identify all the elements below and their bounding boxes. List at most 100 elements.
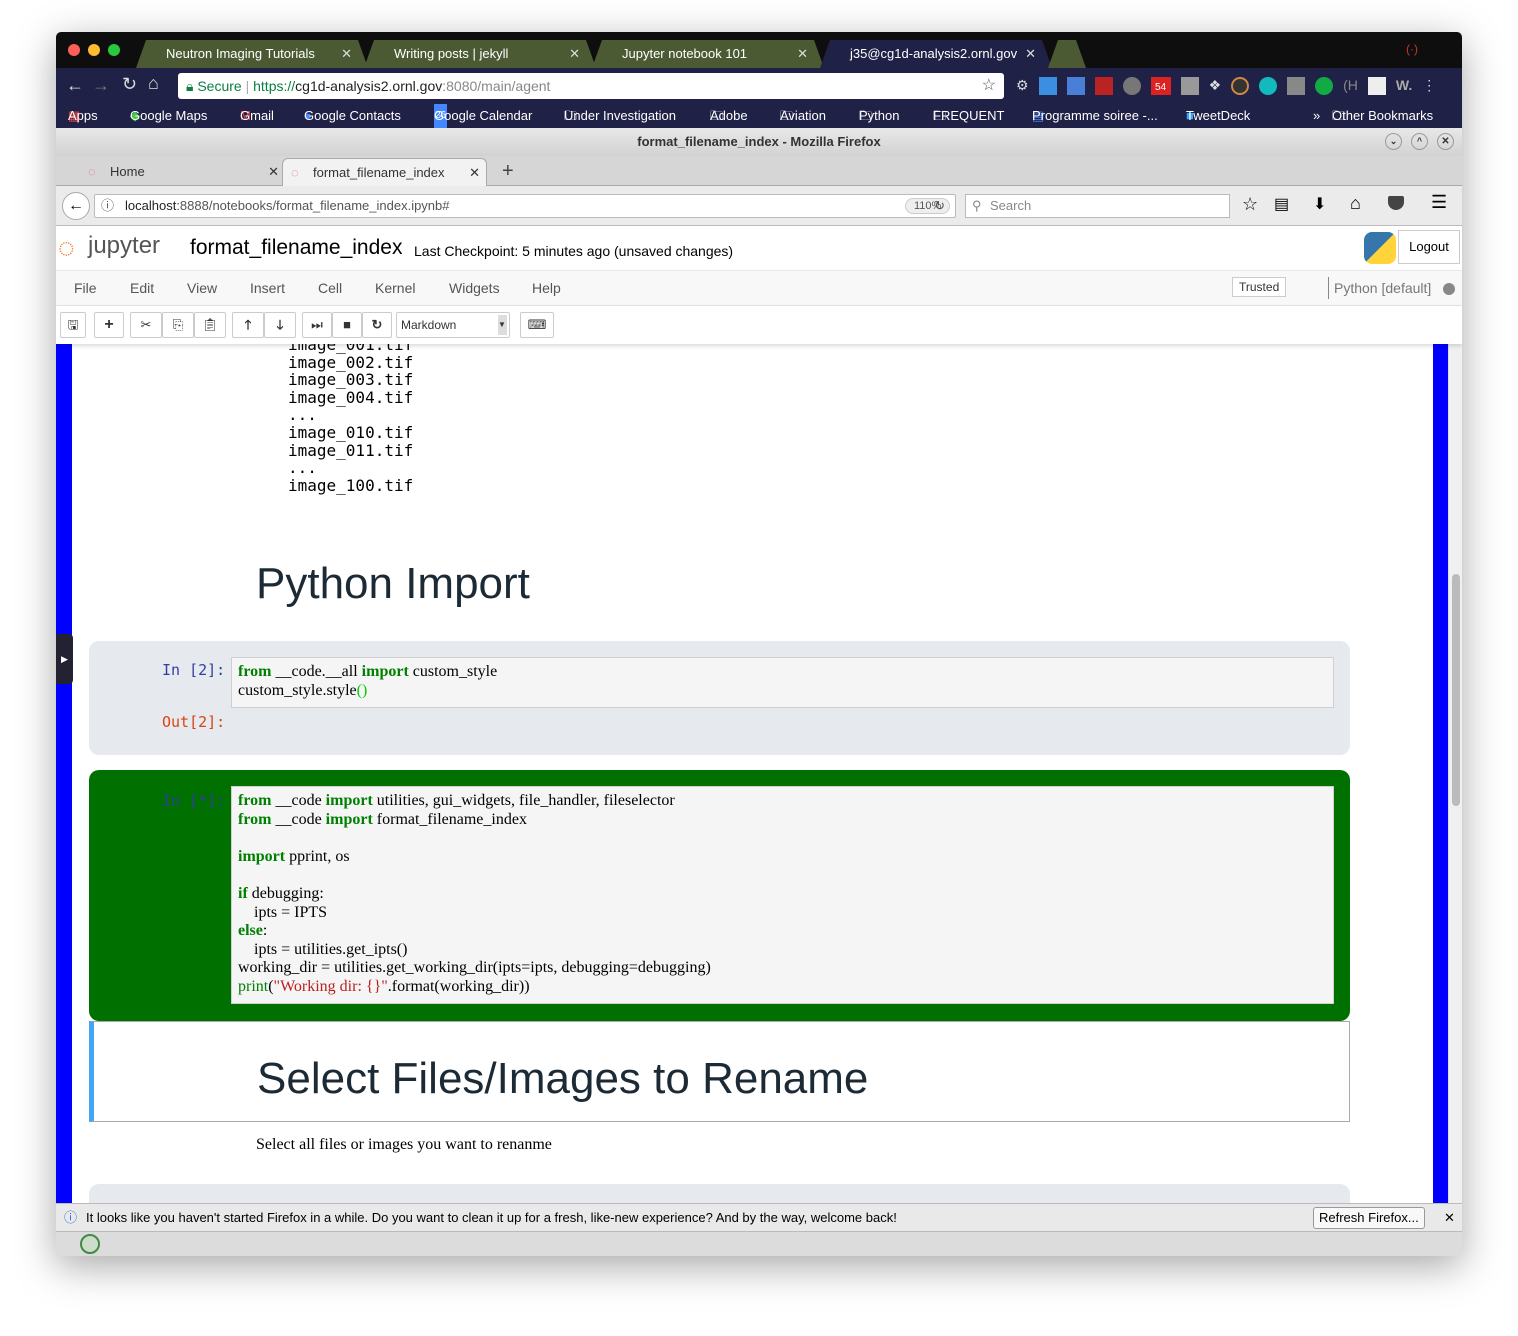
chrome-tab-active[interactable]: j35@cg1d-analysis2.ornl.gov ✕ [820,40,1052,68]
menu-file[interactable]: File [74,280,97,296]
insert-cell-icon[interactable]: + [94,312,124,338]
input-prompt: In [2]: [162,661,226,679]
minimize-icon[interactable]: ⌄ [1385,133,1402,150]
gmail-extension-icon[interactable]: 54 [1150,77,1171,95]
code-input[interactable]: from __code.__all import custom_style cu… [231,657,1334,708]
move-down-icon[interactable]: 🡓 [264,312,296,338]
bookmark-label: Google Calendar [434,108,533,123]
close-tab-icon[interactable]: ✕ [569,40,580,68]
heading-select-files: Select Files/Images to Rename [257,1054,869,1103]
chrome-tab[interactable]: Jupyter notebook 101 ✕ [592,40,824,68]
code-cell[interactable]: In [2]: from __code.__all import custom_… [89,641,1350,755]
toc-toggle-icon[interactable]: ▶ [56,634,73,684]
maximize-icon[interactable]: ^ [1411,133,1428,150]
grammarly-extension-icon[interactable] [1315,77,1334,95]
code-cell-selected[interactable]: In [*]: from __code import utilities, gu… [89,770,1350,1021]
cast-icon[interactable]: (·) [1406,42,1418,56]
back-icon[interactable]: ← [62,192,90,220]
firefox-tab-home[interactable]: ◌ Home ✕ [64,158,279,186]
close-tab-icon[interactable]: ✕ [797,40,808,68]
download-icon[interactable]: ⬇ [1313,194,1326,214]
back-icon[interactable]: ← [66,75,84,96]
close-notification-icon[interactable]: ✕ [1444,1204,1455,1231]
evernote-extension-icon[interactable] [1122,77,1141,95]
bookmark-label: TweetDeck [1186,108,1251,123]
code-cell[interactable] [89,1184,1350,1203]
bookmark-star-icon[interactable]: ☆ [1242,194,1258,215]
notebook-name[interactable]: format_filename_index [190,236,402,260]
command-palette-icon[interactable]: ⌨ [520,312,554,338]
extension-icon[interactable] [1094,77,1113,95]
forward-icon[interactable]: → [92,75,110,96]
settings-extension-icon[interactable]: ⚙ [1016,77,1029,95]
scrollbar[interactable] [1448,344,1462,1203]
minimize-window-button[interactable] [88,44,100,56]
menu-help[interactable]: Help [532,280,561,296]
zoom-window-button[interactable] [108,44,120,56]
more-bookmarks-button[interactable]: » [1313,104,1320,128]
paste-icon[interactable]: 📋︎ [194,312,226,338]
menu-view[interactable]: View [187,280,217,296]
notification-text: It looks like you haven't started Firefo… [86,1210,897,1225]
extension-icon[interactable]: W. [1396,77,1412,95]
close-tab-icon[interactable]: ✕ [469,159,480,187]
new-tab-button[interactable] [1048,40,1086,68]
address-bar[interactable]: 🔒︎ Secure | https://cg1d-analysis2.ornl.… [178,73,1004,99]
reading-list-icon[interactable]: ▤ [1274,194,1289,214]
translate-extension-icon[interactable] [1066,77,1085,95]
menu-insert[interactable]: Insert [250,280,285,296]
close-icon[interactable]: ✕ [1437,133,1454,150]
secure-label: Secure [197,78,242,94]
firefox-tab-active[interactable]: ◌ format_filename_index ✕ [282,158,487,186]
home-icon[interactable]: ⌂ [1350,193,1361,214]
close-window-button[interactable] [68,44,80,56]
close-tab-icon[interactable]: ✕ [341,40,352,68]
menu-kernel[interactable]: Kernel [375,280,415,296]
save-icon[interactable]: 🖫︎ [60,312,86,338]
colorpicker-extension-icon[interactable] [1231,77,1250,95]
dropbox-extension-icon[interactable]: ❖ [1209,77,1222,95]
refresh-firefox-button[interactable]: Refresh Firefox... [1313,1207,1425,1229]
menu-cell[interactable]: Cell [318,280,342,296]
expand-extension-icon[interactable] [1038,77,1057,95]
copy-icon[interactable]: ⎘ [162,312,194,338]
reload-icon[interactable]: ↻ [934,195,945,217]
extension-icon[interactable] [1180,77,1199,95]
extension-icon[interactable] [1367,77,1386,95]
search-input[interactable]: ⚲ Search [965,194,1230,218]
bookmark-star-icon[interactable]: ☆ [982,73,996,99]
jupyter-logo-icon[interactable]: ◌ [58,232,75,264]
mercury-extension-icon[interactable] [1259,77,1278,95]
notebook-area: ▶ image_001.tif image_002.tif image_003.ti… [56,344,1462,1203]
run-cell-icon[interactable]: ⏭ [302,312,332,338]
bookmark-label: Python [859,108,900,123]
interrupt-kernel-icon[interactable]: ■ [332,312,362,338]
jupyter-logo-text[interactable]: jupyter [88,232,160,260]
chrome-tab[interactable]: Neutron Imaging Tutorials ✕ [136,40,368,68]
close-tab-icon[interactable]: ✕ [268,158,279,186]
cell-type-select[interactable]: Markdown ▼ [396,312,510,338]
close-tab-icon[interactable]: ✕ [1025,40,1036,68]
firefox-url-bar[interactable]: ⓘ localhost:8888/notebooks/format_filena… [94,194,956,218]
move-up-icon[interactable]: 🡑 [232,312,264,338]
restart-kernel-icon[interactable]: ↻ [362,312,392,338]
code-input[interactable]: from __code import utilities, gui_widget… [231,786,1334,1004]
new-tab-icon[interactable]: + [502,160,514,183]
chrome-menu-icon[interactable]: ⋮ [1422,77,1436,95]
extension-icon[interactable] [1287,77,1306,95]
chrome-tab[interactable]: Writing posts | jekyll ✕ [364,40,596,68]
extension-icon[interactable]: (H [1343,77,1358,95]
logout-button[interactable]: Logout [1398,230,1460,264]
hamburger-menu-icon[interactable]: ☰ [1431,192,1447,213]
menu-widgets[interactable]: Widgets [449,280,500,296]
addon-icon[interactable] [80,1234,100,1254]
markdown-cell[interactable]: Select Files/Images to Rename [89,1021,1350,1122]
home-icon[interactable]: ⌂ [148,73,159,94]
scrollbar-thumb[interactable] [1452,574,1460,806]
menu-edit[interactable]: Edit [130,280,154,296]
reload-icon[interactable]: ↻ [122,74,137,95]
url-path: :8888/notebooks/format_filename_index.ip… [176,198,450,213]
cut-icon[interactable]: ✂ [130,312,162,338]
trusted-badge[interactable]: Trusted [1232,277,1287,297]
pocket-icon[interactable] [1388,196,1404,210]
